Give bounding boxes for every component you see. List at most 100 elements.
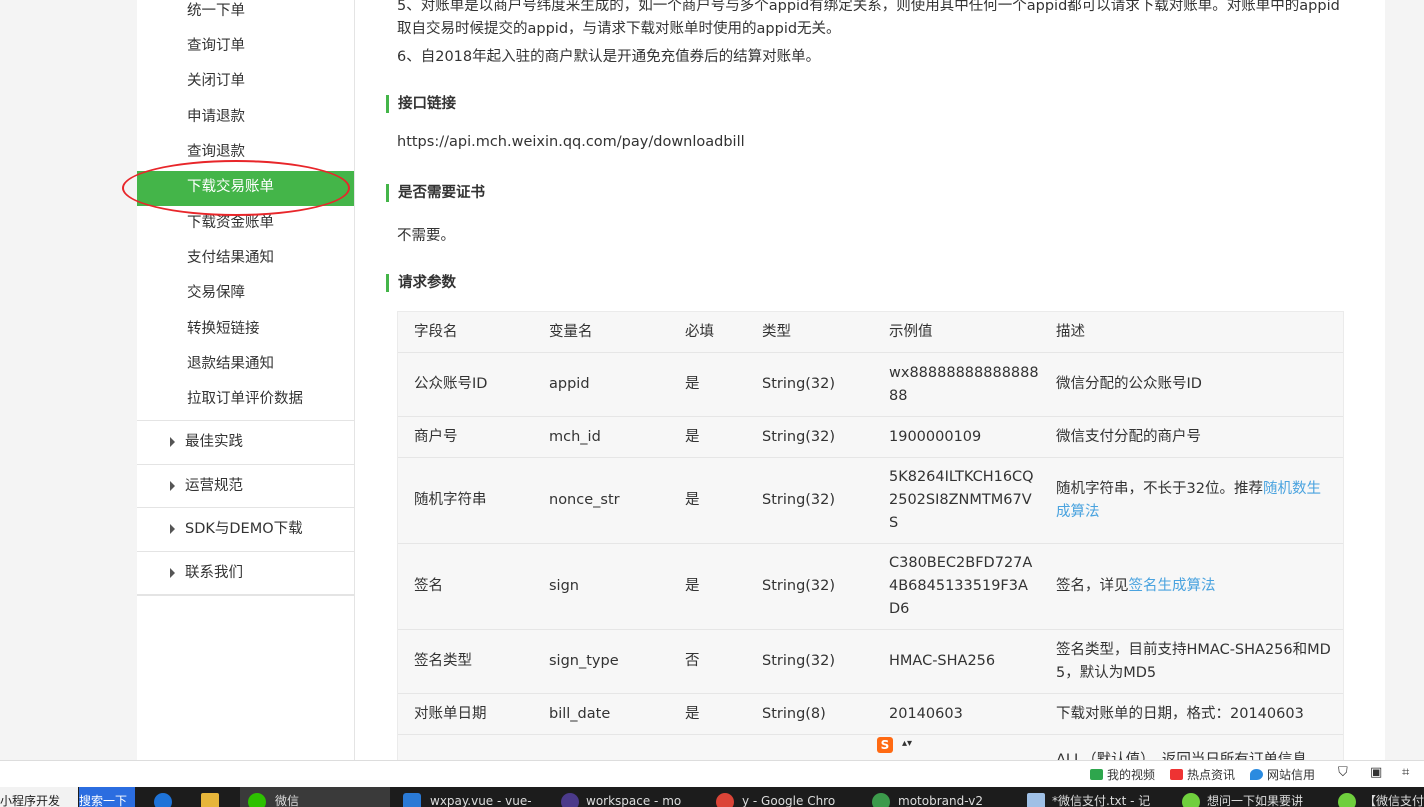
eclipse-icon	[561, 793, 579, 807]
sidebar-item-report[interactable]: 交易保障	[137, 277, 354, 312]
cell-variable: mch_id	[549, 428, 601, 445]
browser-status-bar: 我的视频 热点资讯 网站信用 ⛉ ▣ ⌗	[0, 760, 1424, 787]
certificate-text: 不需要。	[397, 228, 455, 244]
taskbar-search-button[interactable]: 搜索一下	[79, 787, 135, 807]
hot-news-label: 热点资讯	[1187, 768, 1236, 782]
sidebar-divider	[137, 594, 354, 596]
sidebar-group-label: 最佳实践	[185, 434, 243, 450]
column-header: 示例值	[889, 323, 933, 340]
cell-description: 微信分配的公众账号ID	[1056, 376, 1202, 392]
chevron-right-icon	[170, 524, 175, 534]
cell-field-name: 签名	[414, 578, 443, 594]
site-credit-button[interactable]: 网站信用	[1250, 766, 1315, 783]
folder-icon[interactable]	[201, 793, 219, 807]
cell-example: wx8888888888888888	[889, 364, 1039, 404]
cell-variable: nonce_str	[549, 492, 620, 508]
cell-field-name: 商户号	[414, 428, 458, 445]
news-icon	[1170, 769, 1183, 780]
cell-type: String(32)	[762, 376, 836, 392]
note-paragraph-6: 6、自2018年起入驻的商户默认是开通免充值券后的结算对账单。	[397, 49, 821, 65]
sidebar-item-refund[interactable]: 申请退款	[137, 101, 354, 136]
section-title-certificate: 是否需要证书	[386, 184, 485, 202]
table-row: 签名 sign 是 String(32) C380BEC2BFD727A4B68…	[398, 543, 1343, 629]
cell-example: 5K8264ILTKCH16CQ2502SI8ZNMTM67VS	[889, 469, 1034, 531]
taskbar-item-workspace[interactable]: workspace - mo	[586, 787, 696, 807]
sidebar-item-unified-order[interactable]: 统一下单	[137, 0, 354, 30]
sidebar-group-label: 联系我们	[185, 565, 243, 581]
my-video-button[interactable]: 我的视频	[1090, 766, 1155, 783]
table-row: 对账单日期 bill_date 是 String(8) 20140603 下载对…	[398, 693, 1343, 734]
chat-app-icon	[1182, 793, 1200, 807]
chevron-right-icon	[170, 481, 175, 491]
sidebar-item-pay-notify[interactable]: 支付结果通知	[137, 242, 354, 277]
column-header: 描述	[1056, 323, 1085, 340]
sidebar-item-query-order[interactable]: 查询订单	[137, 30, 354, 65]
taskbar-item-wxpay[interactable]: 【微信支付	[1364, 787, 1424, 807]
cell-example: HMAC-SHA256	[889, 653, 996, 669]
credit-drop-icon	[1250, 769, 1263, 780]
cell-field-name: 对账单日期	[414, 705, 487, 722]
ime-toggle-arrow-icon[interactable]: ▴▾	[902, 738, 912, 749]
sidebar-item-download-bill[interactable]: 下载交易账单	[137, 171, 354, 206]
request-params-table: 字段名 变量名 必填 类型 示例值 描述 公众账号ID appid 是 Stri…	[397, 311, 1344, 771]
cell-required: 是	[685, 578, 700, 594]
sidebar-group-contact[interactable]: 联系我们	[137, 551, 354, 593]
cell-type: String(32)	[762, 653, 836, 669]
sidebar-item-short-url[interactable]: 转换短链接	[137, 313, 354, 348]
sidebar-item-close-order[interactable]: 关闭订单	[137, 65, 354, 100]
hot-news-button[interactable]: 热点资讯	[1170, 766, 1235, 783]
sidebar-item-download-fund-flow[interactable]: 下载资金账单	[137, 207, 354, 242]
taskbar-item-vscode[interactable]: wxpay.vue - vue-	[430, 787, 545, 807]
note-paragraph-5-line2: 取自交易时候提交的appid，与请求下载对账单时使用的appid无关。	[397, 21, 841, 37]
cell-required: 否	[685, 653, 700, 669]
column-header: 字段名	[414, 323, 458, 340]
cell-example: 20140603	[889, 705, 963, 722]
cell-variable: bill_date	[549, 705, 611, 722]
crop-icon[interactable]: ⌗	[1402, 765, 1409, 780]
column-header: 类型	[762, 323, 791, 340]
cell-variable: sign	[549, 578, 579, 594]
shield-icon[interactable]: ⛉	[1338, 765, 1348, 780]
cell-field-name: 公众账号ID	[414, 376, 488, 392]
sidebar-group-best-practice[interactable]: 最佳实践	[137, 420, 354, 462]
taskbar-item-motobrand[interactable]: motobrand-v2	[898, 787, 1008, 807]
cell-required: 是	[685, 705, 700, 722]
column-header: 变量名	[549, 323, 593, 340]
cell-type: String(32)	[762, 578, 836, 594]
sidebar-item-refund-notify[interactable]: 退款结果通知	[137, 348, 354, 383]
chat-app-icon	[1338, 793, 1356, 807]
note-paragraph-5-line1: 5、对账单是以商户号纬度来生成的，如一个商户号与多个appid有绑定关系，则使用…	[397, 0, 1340, 14]
table-row: 随机字符串 nonce_str 是 String(32) 5K8264ILTKC…	[398, 457, 1343, 543]
chevron-right-icon	[170, 568, 175, 578]
sidebar-item-comment-data[interactable]: 拉取订单评价数据	[137, 383, 354, 418]
sidebar-group-sdk-demo[interactable]: SDK与DEMO下载	[137, 507, 354, 549]
video-icon	[1090, 769, 1103, 780]
cell-variable: sign_type	[549, 653, 619, 669]
section-title-request-params: 请求参数	[386, 274, 456, 292]
image-icon[interactable]: ▣	[1370, 765, 1382, 780]
cell-field-name: 签名类型	[414, 653, 472, 669]
cell-description: 微信支付分配的商户号	[1056, 428, 1201, 445]
taskbar-item-question[interactable]: 想问一下如果要讲	[1207, 787, 1322, 807]
sidebar-group-label: SDK与DEMO下载	[185, 521, 303, 537]
cell-required: 是	[685, 492, 700, 508]
taskbar-item-notepad[interactable]: *微信支付.txt - 记	[1052, 787, 1167, 807]
sidebar-item-query-refund[interactable]: 查询退款	[137, 136, 354, 171]
my-video-label: 我的视频	[1107, 768, 1156, 782]
cell-type: String(8)	[762, 705, 826, 722]
notepad-icon	[1027, 793, 1045, 807]
taskbar-item-chrome[interactable]: y - Google Chro	[742, 787, 852, 807]
cell-description: 签名类型，目前支持HMAC-SHA256和MD5，默认为MD5	[1056, 641, 1331, 681]
cell-field-name: 随机字符串	[414, 492, 487, 508]
taskbar-item-mini-program[interactable]: 小程序开发	[0, 787, 78, 807]
description-text: 随机字符串，不长于32位。推荐	[1056, 480, 1263, 497]
cell-example: C380BEC2BFD727A4B6845133519F3AD6	[889, 555, 1033, 617]
api-url-text: https://api.mch.weixin.qq.com/pay/downlo…	[397, 134, 745, 150]
edge-browser-icon[interactable]	[154, 793, 172, 807]
cell-example: 1900000109	[889, 428, 982, 445]
wechat-icon	[248, 793, 266, 807]
main-content: 5、对账单是以商户号纬度来生成的，如一个商户号与多个appid有绑定关系，则使用…	[355, 0, 1385, 771]
sogou-ime-icon[interactable]: S	[877, 737, 893, 753]
signature-algorithm-link[interactable]: 签名生成算法	[1129, 578, 1216, 594]
sidebar-group-operation-rules[interactable]: 运营规范	[137, 464, 354, 506]
